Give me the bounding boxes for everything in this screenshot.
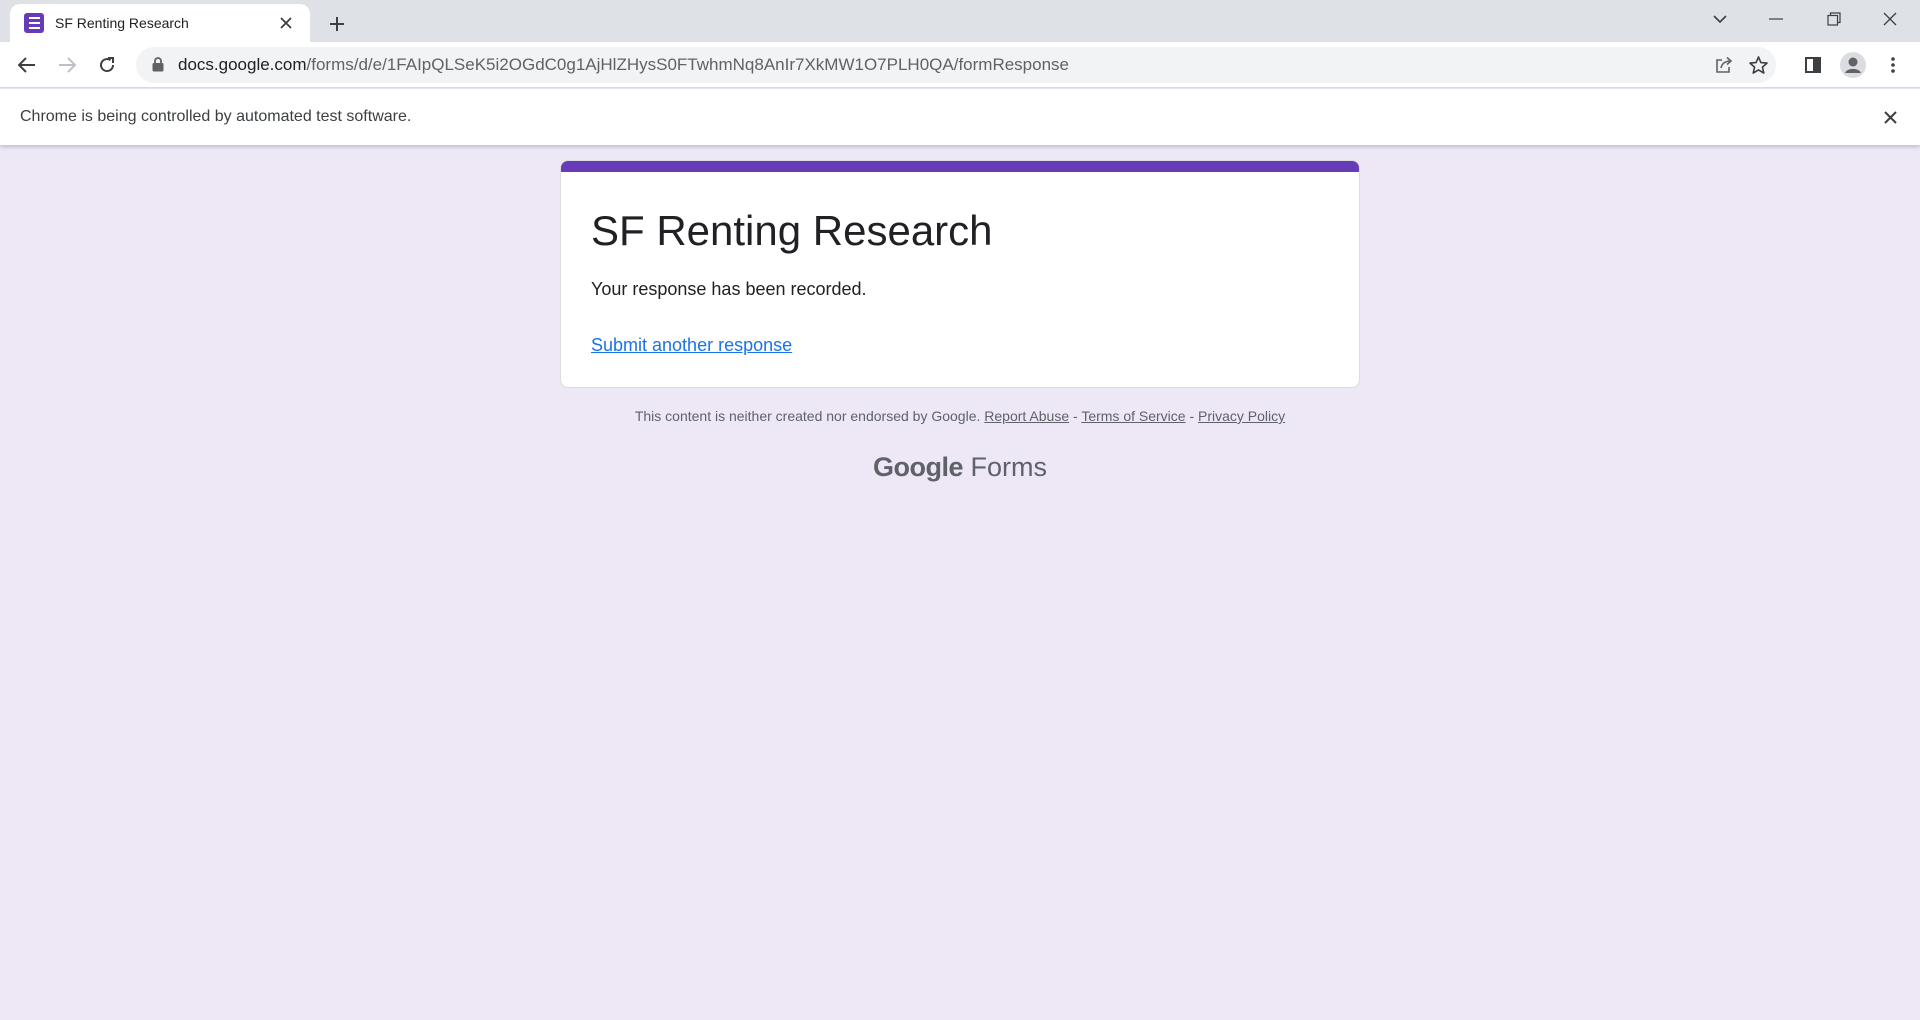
back-button[interactable] xyxy=(11,49,43,81)
report-abuse-link[interactable]: Report Abuse xyxy=(984,408,1069,424)
forward-button[interactable] xyxy=(51,49,83,81)
restore-icon xyxy=(1827,12,1841,26)
card-accent-bar xyxy=(561,161,1359,172)
share-icon[interactable] xyxy=(1710,51,1738,79)
minimize-button[interactable] xyxy=(1748,0,1804,38)
close-tab-icon[interactable] xyxy=(274,11,298,35)
close-icon xyxy=(1883,12,1897,26)
separator: - xyxy=(1185,408,1199,424)
infobar-text: Chrome is being controlled by automated … xyxy=(20,108,412,125)
chevron-down-icon xyxy=(1713,14,1727,23)
google-forms-logo[interactable]: Google Forms xyxy=(560,452,1360,483)
new-tab-button[interactable] xyxy=(322,9,352,39)
privacy-policy-link[interactable]: Privacy Policy xyxy=(1198,408,1285,424)
url-text: docs.google.com/forms/d/e/1FAIpQLSeK5i2O… xyxy=(178,47,1069,83)
close-infobar-icon[interactable] xyxy=(1878,105,1902,129)
avatar-icon xyxy=(1840,52,1866,78)
kebab-menu-icon xyxy=(1891,57,1895,73)
menu-button[interactable] xyxy=(1877,49,1909,81)
footer-disclaimer: This content is neither created nor endo… xyxy=(560,408,1360,424)
close-window-button[interactable] xyxy=(1862,0,1918,38)
star-icon[interactable] xyxy=(1744,51,1772,79)
google-wordmark: Google xyxy=(872,452,964,482)
side-panel-icon xyxy=(1805,57,1821,73)
terms-of-service-link[interactable]: Terms of Service xyxy=(1081,408,1185,424)
reload-icon xyxy=(100,57,115,73)
google-forms-icon xyxy=(24,13,44,33)
side-panel-button[interactable] xyxy=(1797,49,1829,81)
tab-sf-renting-research[interactable]: SF Renting Research xyxy=(10,4,310,42)
restore-button[interactable] xyxy=(1806,0,1862,38)
tab-title: SF Renting Research xyxy=(55,15,189,31)
tab-search-button[interactable] xyxy=(1692,0,1748,38)
automation-infobar: Chrome is being controlled by automated … xyxy=(0,89,1920,145)
browser-toolbar: docs.google.com/forms/d/e/1FAIpQLSeK5i2O… xyxy=(0,42,1920,88)
tab-strip: SF Renting Research xyxy=(0,0,1920,42)
form-card: SF Renting Research Your response has be… xyxy=(560,160,1360,388)
address-bar[interactable]: docs.google.com/forms/d/e/1FAIpQLSeK5i2O… xyxy=(136,47,1776,83)
arrow-right-icon xyxy=(59,57,76,73)
separator: - xyxy=(1069,408,1082,424)
confirmation-message: Your response has been recorded. xyxy=(591,279,867,299)
form-title: SF Renting Research xyxy=(591,207,993,254)
lock-icon xyxy=(152,57,164,77)
minimize-icon xyxy=(1769,18,1783,20)
reload-button[interactable] xyxy=(91,49,123,81)
url-domain: docs.google.com xyxy=(178,55,307,74)
url-path: /forms/d/e/1FAIpQLSeK5i2OGdC0g1AjHlZHysS… xyxy=(306,55,1069,74)
submit-another-response-link[interactable]: Submit another response xyxy=(591,335,792,356)
profile-button[interactable] xyxy=(1837,49,1869,81)
plus-icon xyxy=(330,17,344,31)
disclaimer-text: This content is neither created nor endo… xyxy=(634,408,981,424)
forms-wordmark: Forms xyxy=(970,452,1048,482)
arrow-left-icon xyxy=(18,57,35,73)
